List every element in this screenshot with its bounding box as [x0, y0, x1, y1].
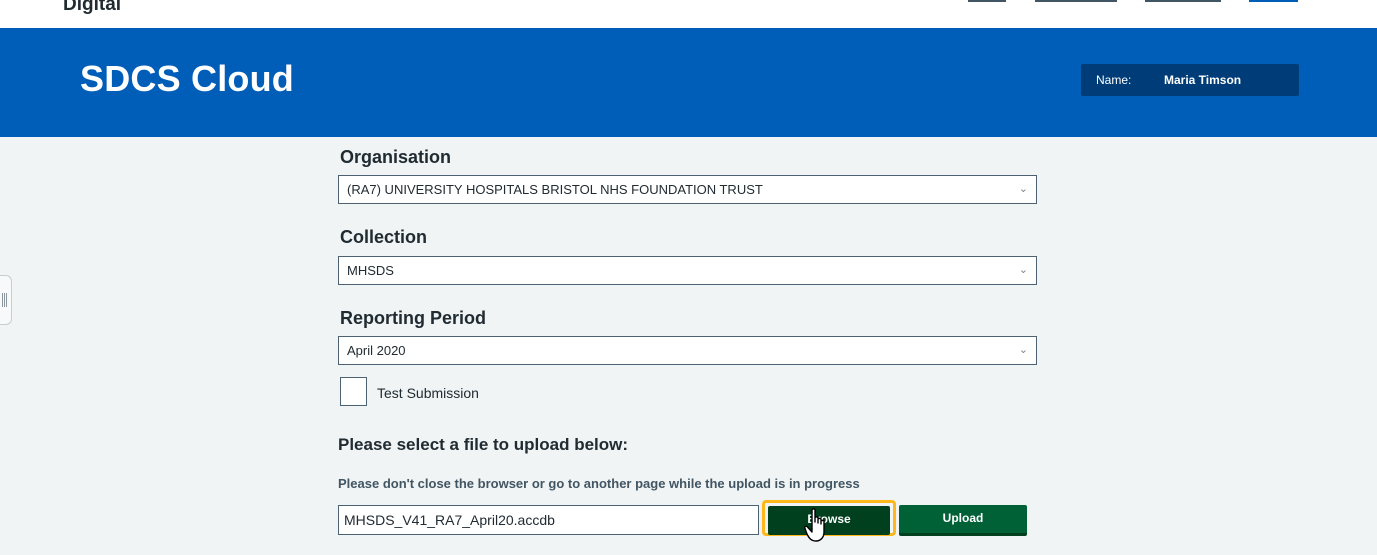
- collection-select[interactable]: MHSDS ⌄: [338, 256, 1037, 285]
- reporting-period-label: Reporting Period: [340, 308, 487, 328]
- reporting-period-selected-value: April 2020: [347, 343, 406, 358]
- collection-selected-value: MHSDS: [347, 263, 394, 278]
- upload-button[interactable]: Upload: [899, 505, 1027, 533]
- user-name-label: Name:: [1096, 73, 1132, 87]
- user-name-value: Maria Timson: [1164, 73, 1242, 87]
- page-header: SDCS Cloud Name: Maria Timson: [0, 28, 1377, 137]
- organisation-selected-value: (RA7) UNIVERSITY HOSPITALS BRISTOL NHS F…: [347, 182, 763, 197]
- top-nav-link-2[interactable]: [1035, 0, 1117, 28]
- chevron-down-icon: ⌄: [1018, 344, 1028, 356]
- test-submission-label[interactable]: Test Submission: [377, 385, 479, 401]
- user-info-box: Name: Maria Timson: [1081, 64, 1299, 96]
- brand-logo-text[interactable]: Digital: [63, 0, 121, 16]
- organisation-select[interactable]: (RA7) UNIVERSITY HOSPITALS BRISTOL NHS F…: [338, 175, 1037, 204]
- file-path-input[interactable]: [338, 505, 759, 535]
- top-nav-link-3[interactable]: [1145, 0, 1221, 28]
- top-nav-link-4[interactable]: [1249, 0, 1298, 28]
- upload-warning-note: Please don't close the browser or go to …: [338, 476, 860, 491]
- side-panel-handle[interactable]: [0, 275, 12, 325]
- top-nav-link-1[interactable]: [968, 0, 1006, 28]
- top-bar: Digital: [0, 0, 1377, 28]
- hand-pointer-icon: [804, 508, 825, 542]
- grip-icon: [2, 293, 3, 307]
- test-submission-checkbox[interactable]: [340, 377, 367, 406]
- app-title: SDCS Cloud: [80, 58, 294, 99]
- chevron-down-icon: ⌄: [1018, 183, 1028, 195]
- collection-label: Collection: [340, 227, 428, 247]
- reporting-period-select[interactable]: April 2020 ⌄: [338, 336, 1037, 365]
- chevron-down-icon: ⌄: [1018, 264, 1028, 276]
- organisation-label: Organisation: [340, 147, 452, 167]
- upload-heading: Please select a file to upload below:: [338, 435, 629, 454]
